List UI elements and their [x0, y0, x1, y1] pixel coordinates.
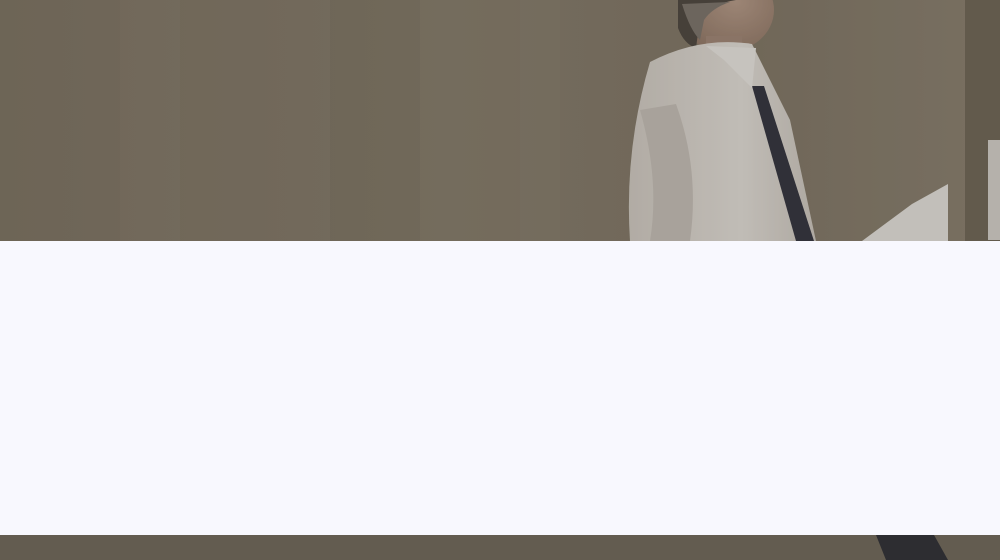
page-stage	[0, 0, 1000, 560]
blank-content-panel	[0, 241, 1000, 535]
